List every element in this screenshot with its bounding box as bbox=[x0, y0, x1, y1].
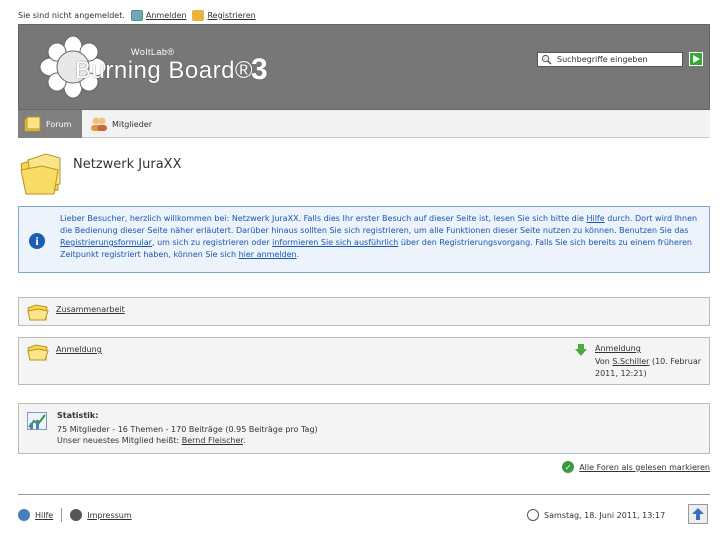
mark-all-read-button[interactable]: ✓ Alle Foren als gelesen markieren bbox=[562, 461, 710, 473]
search-submit-button[interactable] bbox=[689, 52, 703, 66]
help-icon bbox=[18, 509, 30, 521]
last-post-by-prefix: Von bbox=[595, 357, 613, 366]
checkmark-icon: ✓ bbox=[562, 461, 575, 473]
members-icon bbox=[91, 117, 107, 131]
last-post-title-link[interactable]: Anmeldung bbox=[595, 344, 641, 353]
footer-help-link[interactable]: Hilfe bbox=[35, 511, 53, 520]
tab-members[interactable]: Mitglieder bbox=[84, 110, 158, 138]
footer-links: Hilfe Impressum bbox=[18, 508, 132, 522]
site-header: WoltLab® Burning Board® 3 Suchbegriffe e… bbox=[18, 24, 710, 110]
arrow-up-icon bbox=[692, 508, 704, 520]
register-icon bbox=[192, 9, 205, 21]
search-placeholder: Suchbegriffe eingeben bbox=[557, 55, 648, 64]
site-logo[interactable]: WoltLab® Burning Board® 3 bbox=[39, 33, 319, 101]
board-folder-icon bbox=[27, 304, 49, 321]
tab-members-label: Mitglieder bbox=[112, 119, 152, 129]
login-status-text: Sie sind nicht angemeldet. bbox=[18, 10, 125, 20]
info-icon: i bbox=[29, 233, 45, 249]
newest-member-link[interactable]: Bernd Fleischer bbox=[182, 436, 243, 445]
clock-icon bbox=[527, 509, 539, 521]
arrow-down-icon[interactable] bbox=[575, 344, 587, 356]
newest-member-line: Unser neuestes Mitglied heißt: Bernd Fle… bbox=[57, 436, 246, 445]
login-link-label[interactable]: Anmelden bbox=[146, 11, 187, 20]
scroll-to-top-button[interactable] bbox=[688, 504, 708, 524]
board-row: Zusammenarbeit bbox=[18, 297, 710, 326]
welcome-text-part: , um sich zu registrieren oder bbox=[151, 238, 273, 247]
main-nav: Forum Mitglieder bbox=[18, 110, 710, 138]
imprint-icon bbox=[70, 509, 83, 521]
logo-burning-board-text: Burning Board® bbox=[75, 57, 254, 84]
login-icon bbox=[130, 9, 143, 21]
register-link[interactable]: Registrieren bbox=[192, 9, 256, 21]
arrow-right-icon bbox=[693, 55, 700, 63]
registration-form-link[interactable]: Registrierungsformular bbox=[60, 238, 152, 247]
tab-forum[interactable]: Forum bbox=[18, 110, 82, 138]
logo-woltlab-text: WoltLab® bbox=[131, 47, 175, 57]
last-post-meta: Von S.Schiller (10. Februar 2011, 12:21) bbox=[595, 356, 715, 380]
footer-imprint-link[interactable]: Impressum bbox=[87, 511, 131, 520]
welcome-info-box: i Lieber Besucher, herzlich willkommen b… bbox=[18, 206, 710, 273]
tab-forum-label: Forum bbox=[46, 119, 72, 129]
footer-divider bbox=[18, 494, 710, 495]
board-title-link[interactable]: Zusammenarbeit bbox=[56, 305, 125, 314]
userbar: Sie sind nicht angemeldet. Anmelden Regi… bbox=[18, 8, 256, 22]
newest-member-suffix: . bbox=[243, 436, 246, 445]
footer-datetime: Samstag, 18. Juni 2011, 13:17 bbox=[527, 508, 665, 522]
newest-member-prefix: Unser neuestes Mitglied heißt: bbox=[57, 436, 182, 445]
welcome-text-part: . bbox=[296, 250, 300, 259]
board-folder-icon bbox=[27, 344, 49, 361]
registration-info-link[interactable]: informieren Sie sich ausführlich bbox=[272, 238, 398, 247]
statistics-chart-icon bbox=[27, 412, 47, 430]
page-heading: Netzwerk JuraXX bbox=[18, 150, 418, 196]
search-input[interactable]: Suchbegriffe eingeben bbox=[537, 52, 683, 67]
statistics-title: Statistik: bbox=[57, 411, 99, 420]
login-here-link[interactable]: hier anmelden bbox=[239, 250, 297, 259]
welcome-text-part: Lieber Besucher, herzlich willkommen bei… bbox=[60, 214, 587, 223]
page-title: Netzwerk JuraXX bbox=[73, 157, 182, 172]
welcome-text: Lieber Besucher, herzlich willkommen bei… bbox=[60, 213, 700, 261]
board-title-link[interactable]: Anmeldung bbox=[56, 345, 102, 354]
folder-icon bbox=[20, 153, 61, 195]
register-link-label[interactable]: Registrieren bbox=[207, 11, 255, 20]
login-link[interactable]: Anmelden bbox=[130, 9, 187, 21]
statistics-counts: 75 Mitglieder - 16 Themen - 170 Beiträge… bbox=[57, 425, 318, 434]
statistics-box: Statistik: 75 Mitglieder - 16 Themen - 1… bbox=[18, 403, 710, 454]
footer-separator bbox=[61, 508, 63, 522]
board-row: Anmeldung Anmeldung Von S.Schiller (10. … bbox=[18, 337, 710, 385]
forum-folder-icon bbox=[24, 116, 41, 132]
search-icon bbox=[541, 54, 552, 65]
logo-version-number: 3 bbox=[251, 53, 268, 86]
last-post-author-link[interactable]: S.Schiller bbox=[612, 357, 649, 366]
help-link[interactable]: Hilfe bbox=[586, 214, 604, 223]
mark-all-read-label[interactable]: Alle Foren als gelesen markieren bbox=[579, 463, 710, 472]
current-datetime: Samstag, 18. Juni 2011, 13:17 bbox=[544, 510, 666, 520]
